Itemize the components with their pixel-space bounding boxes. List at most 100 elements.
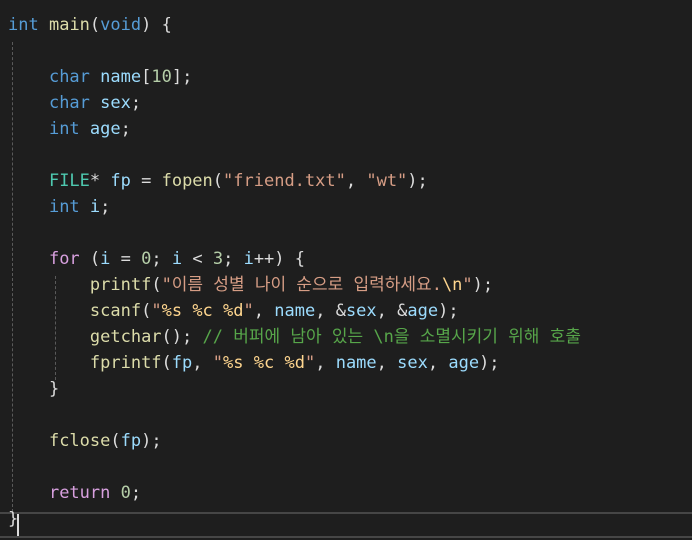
code-token: i — [89, 197, 101, 217]
code-line[interactable]: for (i = 0; i < 3; i++) { — [8, 246, 305, 272]
code-token: (); — [161, 327, 203, 347]
code-token: int — [48, 197, 80, 217]
code-token: " — [212, 353, 224, 373]
code-token: sex — [397, 353, 428, 373]
code-token: age — [407, 301, 439, 321]
code-line[interactable]: printf("이름 성별 나이 순으로 입력하세요.\n"); — [8, 272, 493, 298]
code-line[interactable]: fprintf(fp, "%s %c %d", name, sex, age); — [8, 350, 500, 376]
code-token: ; — [130, 483, 142, 503]
code-token: , — [315, 353, 336, 373]
code-token: main — [48, 15, 90, 35]
code-token: " — [304, 353, 316, 373]
code-token: , — [376, 353, 398, 373]
code-token: ; — [151, 249, 172, 269]
code-token: for — [48, 249, 80, 269]
code-line[interactable]: int age; — [8, 116, 131, 142]
code-token: fopen — [161, 171, 213, 191]
code-token: < — [182, 249, 213, 269]
code-token: * — [89, 171, 111, 191]
code-token: fprintf — [89, 353, 162, 373]
code-token: ; — [100, 197, 111, 217]
code-token: , — [192, 353, 213, 373]
code-token: char — [48, 67, 90, 87]
code-token: int — [48, 119, 80, 139]
code-token: ( — [141, 301, 152, 321]
code-token: age — [448, 353, 480, 373]
code-token: printf — [89, 275, 152, 295]
code-token: 0 — [141, 249, 152, 269]
code-token: , & — [376, 301, 408, 321]
code-token: fp — [120, 431, 142, 451]
code-line[interactable]: int main(void) { — [8, 12, 172, 38]
code-token: %c — [253, 353, 275, 373]
code-token: ; — [130, 93, 142, 113]
code-line[interactable]: int i; — [8, 194, 110, 220]
code-token: [ — [141, 67, 152, 87]
code-token: \n — [441, 275, 463, 295]
code-token: ( — [161, 353, 172, 373]
code-token: ); — [407, 171, 428, 191]
code-token: = — [130, 171, 162, 191]
code-token: ( — [110, 431, 121, 451]
text-cursor — [17, 514, 19, 536]
code-token: void — [100, 15, 142, 35]
code-token: scanf — [89, 301, 142, 321]
code-token: ; — [223, 249, 244, 269]
code-line[interactable]: return 0; — [8, 480, 141, 506]
code-token: // 버퍼에 남아 있는 \n을 소멸시키기 위해 호출 — [202, 327, 581, 347]
code-token: "wt" — [366, 171, 408, 191]
code-token: i — [100, 249, 111, 269]
code-line[interactable]: char sex; — [8, 90, 141, 116]
code-line[interactable]: } — [8, 376, 59, 402]
code-token: fp — [110, 171, 131, 191]
code-token: %d — [223, 301, 244, 321]
code-line[interactable]: getchar(); // 버퍼에 남아 있는 \n을 소멸시키기 위해 호출 — [8, 324, 581, 350]
code-token: char — [48, 93, 90, 113]
code-token: "이름 성별 나이 순으로 입력하세요. — [161, 275, 442, 295]
code-token: %s — [161, 301, 183, 321]
code-token: %d — [284, 353, 305, 373]
current-line-highlight — [0, 512, 692, 538]
code-token: , — [253, 301, 275, 321]
code-token: " — [243, 301, 254, 321]
code-token: fp — [171, 353, 193, 373]
code-token: "friend.txt" — [223, 171, 346, 191]
code-token: sex — [345, 301, 377, 321]
code-line[interactable]: FILE* fp = fopen("friend.txt", "wt"); — [8, 168, 428, 194]
code-token: fclose — [48, 431, 111, 451]
code-line[interactable]: fclose(fp); — [8, 428, 162, 454]
code-token: 3 — [212, 249, 224, 269]
code-editor[interactable]: int main(void) { char name[10]; char sex… — [0, 0, 692, 540]
code-token: } — [48, 379, 60, 399]
code-token: 0 — [120, 483, 131, 503]
code-token: , & — [315, 301, 346, 321]
code-token: i — [171, 249, 183, 269]
code-line[interactable]: char name[10]; — [8, 64, 192, 90]
code-token: ( — [212, 171, 224, 191]
code-line[interactable]: scanf("%s %c %d", name, &sex, &age); — [8, 298, 459, 324]
code-token: = — [110, 249, 142, 269]
code-token: , — [427, 353, 449, 373]
code-token: 10 — [151, 67, 172, 87]
code-token: ); — [479, 353, 500, 373]
code-token: name — [274, 301, 316, 321]
code-token: ); — [472, 275, 494, 295]
code-token: ]; — [171, 67, 193, 87]
